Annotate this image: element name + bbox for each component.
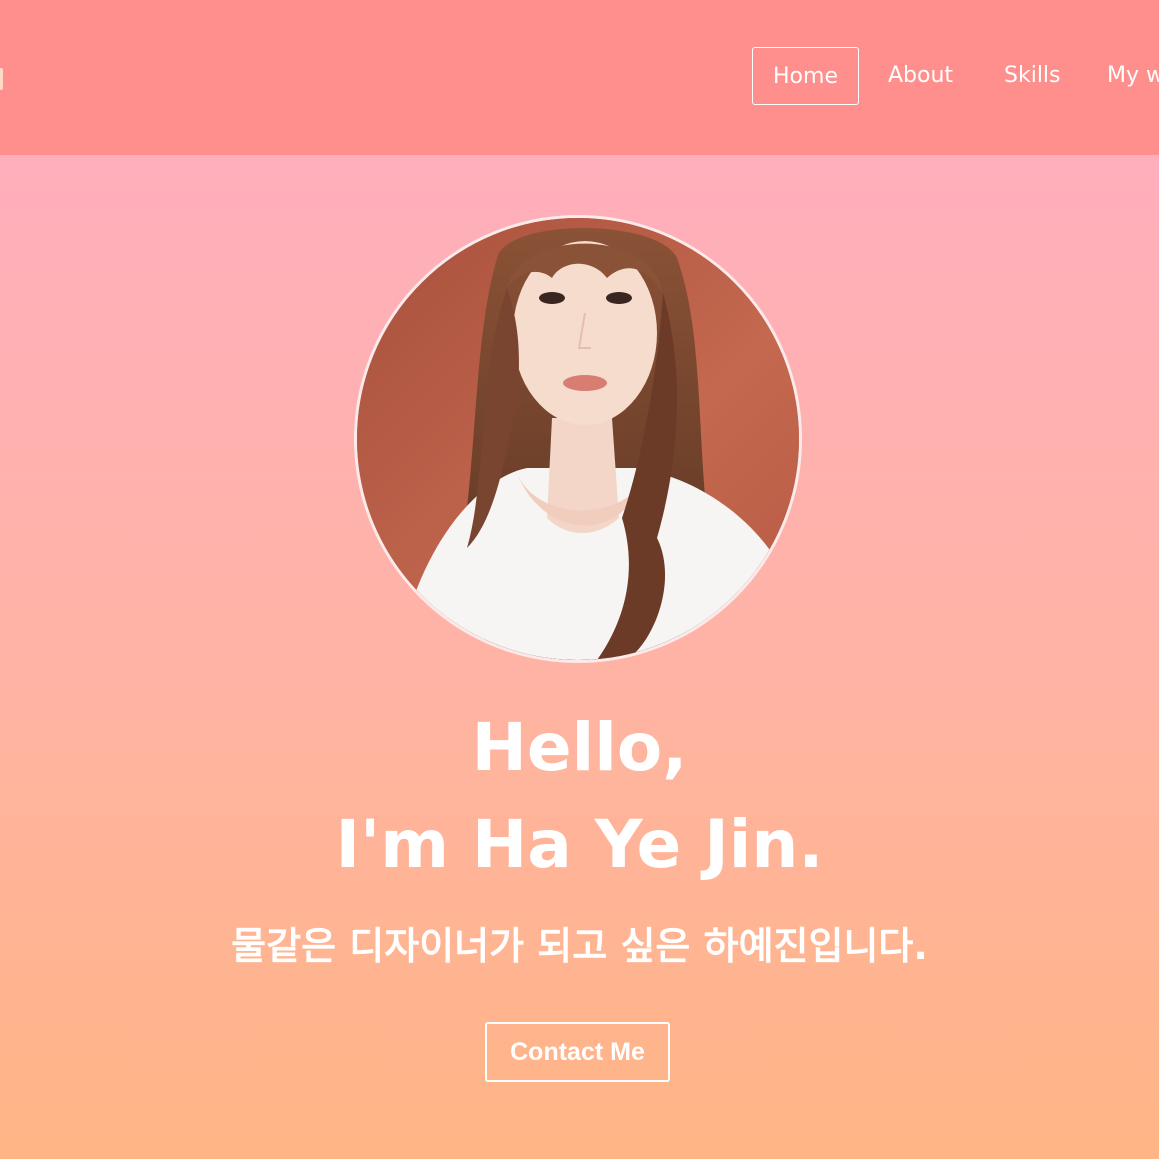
avatar xyxy=(354,215,802,663)
hero-name: I'm Ha Ye Jin. xyxy=(335,806,824,883)
logo-edge[interactable] xyxy=(0,68,3,90)
hero-subtitle: 물같은 디자이너가 되고 싶은 하예진입니다. xyxy=(231,924,928,968)
contact-me-button[interactable]: Contact Me xyxy=(485,1022,670,1082)
nav-my-work[interactable]: My w xyxy=(1107,47,1159,105)
profile-photo-icon xyxy=(357,218,799,660)
nav-home[interactable]: Home xyxy=(752,47,859,105)
navbar: Home About Skills My w xyxy=(0,0,1159,155)
hero-greeting: Hello, xyxy=(471,709,688,786)
nav-skills[interactable]: Skills xyxy=(1004,47,1061,105)
nav-about[interactable]: About xyxy=(888,47,953,105)
